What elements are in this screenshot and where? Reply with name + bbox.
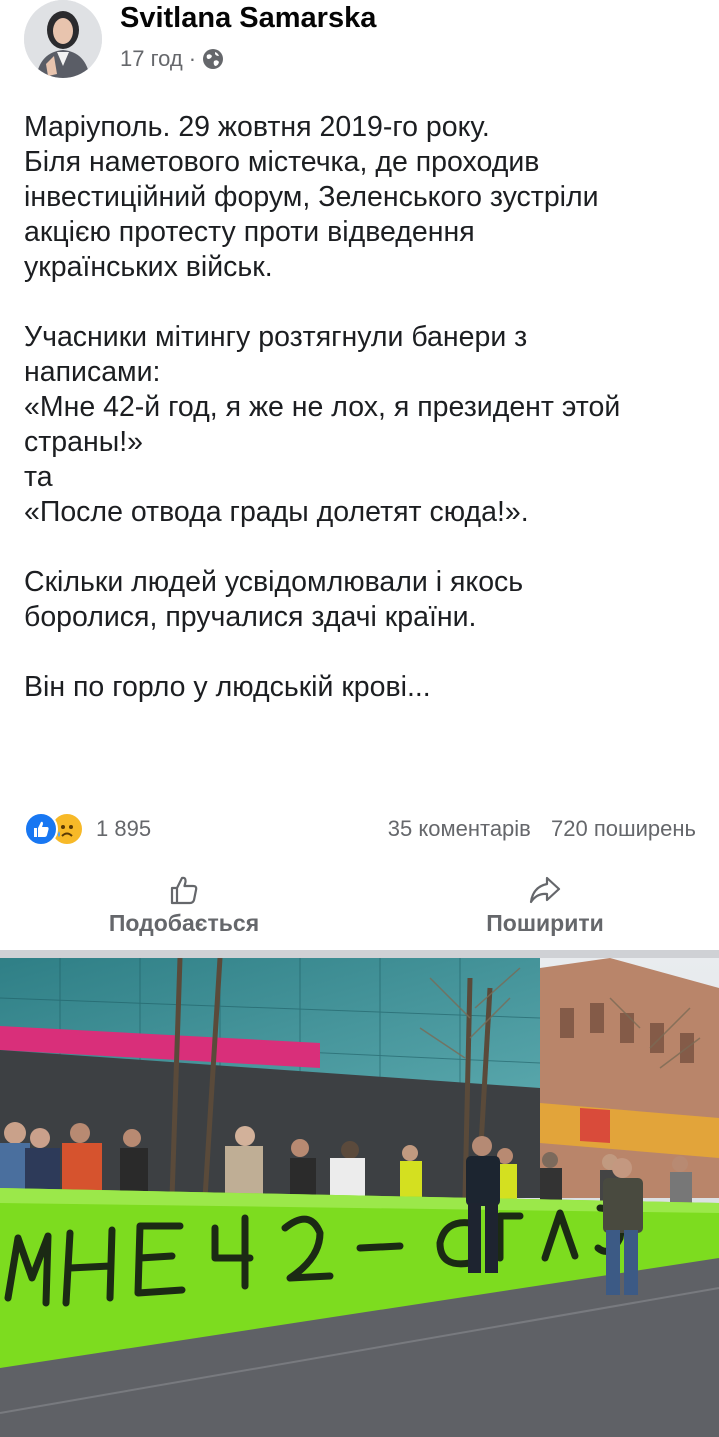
author-name[interactable]: Svitlana Samarska	[120, 2, 376, 35]
stats-right: 35 коментарів 720 поширень	[388, 816, 696, 842]
post-actions: Подобається Поширити	[0, 868, 719, 948]
text-line: Учасники мітингу розтягнули банери з	[24, 321, 528, 353]
post-header: Svitlana Samarska 17 год ·	[0, 0, 719, 90]
thumbs-up-icon	[170, 876, 198, 905]
meta-separator: ·	[188, 46, 197, 71]
share-label: Поширити	[486, 910, 604, 936]
text-line: українських військ.	[24, 251, 273, 283]
post-photo[interactable]	[0, 958, 719, 1437]
text-line: боролися, пручалися здачі країни.	[24, 601, 477, 633]
text-line: страны!»	[24, 426, 143, 458]
post-text: Маріуполь. 29 жовтня 2019-го року. Біля …	[24, 110, 704, 705]
text-line: та	[24, 461, 53, 493]
comments-count[interactable]: 35 коментарів	[388, 816, 531, 841]
post-meta: 17 год ·	[120, 46, 224, 72]
like-button[interactable]: Подобається	[54, 868, 314, 948]
like-reaction-icon[interactable]	[24, 812, 58, 846]
post-time[interactable]: 17 год	[120, 46, 183, 72]
text-line: «Мне 42-й год, я же не лох, я президент …	[24, 391, 621, 423]
text-line: написами:	[24, 356, 161, 388]
reactions-count[interactable]: 1 895	[96, 816, 151, 842]
text-line: інвестиційний форум, Зеленського зустріл…	[24, 181, 599, 213]
text-line: акцією протесту проти відведення	[24, 216, 475, 248]
text-line: Скільки людей усвідомлювали і якось	[24, 566, 524, 598]
post-stats: 1 895 35 коментарів 720 поширень	[24, 812, 696, 848]
text-line[interactable]: Він по горло у людській крові...	[24, 670, 704, 705]
globe-icon	[202, 48, 224, 70]
share-button[interactable]: Поширити	[415, 868, 675, 948]
shares-count[interactable]: 720 поширень	[551, 816, 696, 841]
text-line: Маріуполь. 29 жовтня 2019-го року.	[24, 111, 490, 143]
text-line: «После отвода грады долетят сюда!».	[24, 496, 529, 528]
like-label: Подобається	[108, 910, 260, 936]
share-arrow-icon	[529, 876, 561, 904]
section-divider	[0, 950, 719, 958]
text-line: Біля наметового містечка, де проходив	[24, 146, 540, 178]
avatar[interactable]	[24, 0, 102, 78]
